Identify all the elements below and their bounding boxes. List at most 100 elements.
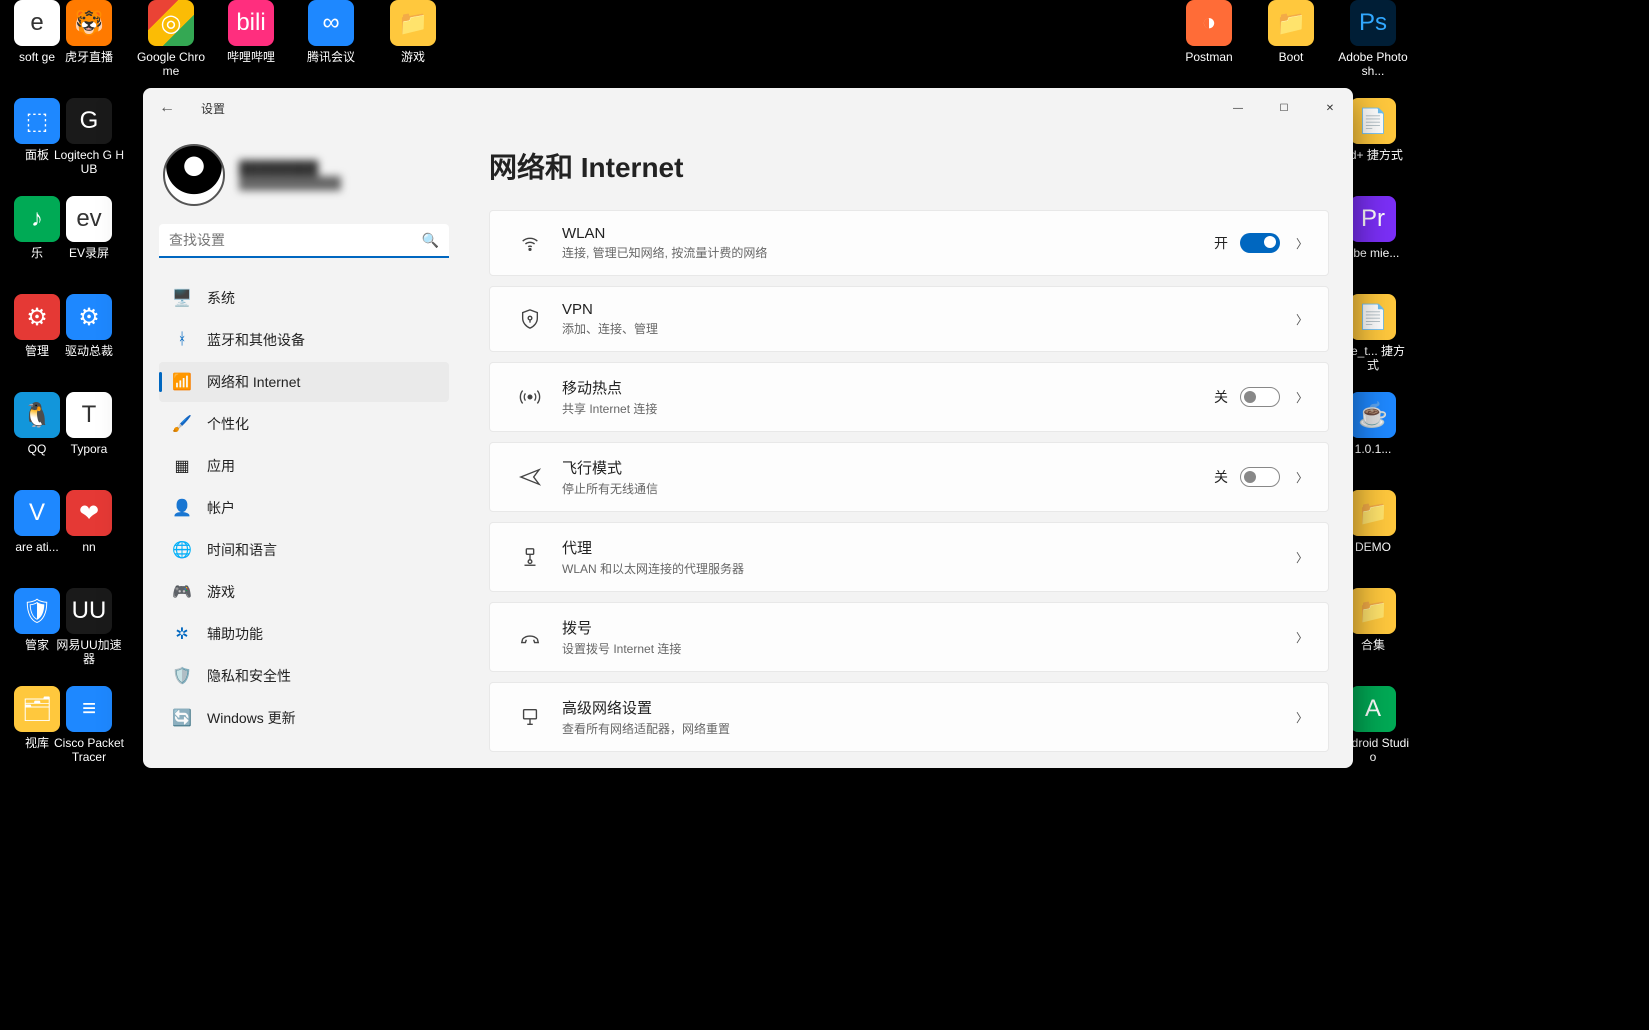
app-icon: T xyxy=(66,392,112,438)
card-title: WLAN xyxy=(562,225,1214,242)
nav-item-10[interactable]: 🔄Windows 更新 xyxy=(159,698,449,738)
dial-icon xyxy=(510,626,550,648)
icon-label: Cisco Packet Tracer xyxy=(52,736,126,765)
nav-item-3[interactable]: 🖌️个性化 xyxy=(159,404,449,444)
nav-label: 时间和语言 xyxy=(207,540,277,560)
icon-label: Adobe Photosh... xyxy=(1336,50,1410,79)
icon-label: Typora xyxy=(52,442,126,456)
user-email: ████████████ xyxy=(239,176,341,190)
toggle-switch[interactable] xyxy=(1240,387,1280,407)
app-icon: ≡ xyxy=(66,686,112,732)
icon-label: 虎牙直播 xyxy=(52,50,126,64)
desktop-icon[interactable]: T Typora xyxy=(52,392,126,456)
search-icon: 🔍 xyxy=(422,232,439,249)
card-title: 拨号 xyxy=(562,617,1296,638)
user-profile[interactable]: ████████ ████████████ xyxy=(163,144,449,206)
close-button[interactable]: ✕ xyxy=(1307,92,1353,124)
nav-item-6[interactable]: 🌐时间和语言 xyxy=(159,530,449,570)
nav-item-7[interactable]: 🎮游戏 xyxy=(159,572,449,612)
chevron-right-icon: 〉 xyxy=(1296,389,1308,406)
app-title: 设置 xyxy=(201,100,225,117)
app-icon: 📁 xyxy=(1268,0,1314,46)
nav-label: 系统 xyxy=(207,288,235,308)
desktop-icon[interactable]: ◑Postman xyxy=(1172,0,1246,64)
vpn-icon xyxy=(510,308,550,330)
nav-item-8[interactable]: ✲ 辅助功能 xyxy=(159,614,449,654)
desktop-icon[interactable]: UU网易UU加速器 xyxy=(52,588,126,667)
settings-card-vpn[interactable]: VPN 添加、连接、管理 〉 xyxy=(489,286,1329,352)
app-icon: ⚙ xyxy=(66,294,112,340)
desktop-icon[interactable]: GLogitech G HUB xyxy=(52,98,126,177)
desktop-icon[interactable]: 📁 Boot xyxy=(1254,0,1328,64)
desktop-icon[interactable]: evEV录屏 xyxy=(52,196,126,260)
card-title: 代理 xyxy=(562,537,1296,558)
card-subtitle: 共享 Internet 连接 xyxy=(562,400,1214,417)
chevron-right-icon: 〉 xyxy=(1296,709,1308,726)
chevron-right-icon: 〉 xyxy=(1296,469,1308,486)
toggle-switch[interactable] xyxy=(1240,233,1280,253)
nav-item-0[interactable]: 🖥️系统 xyxy=(159,278,449,318)
icon-label: Boot xyxy=(1254,50,1328,64)
app-icon: 🐯 xyxy=(66,0,112,46)
settings-card-proxy[interactable]: 代理 WLAN 和以太网连接的代理服务器 〉 xyxy=(489,522,1329,592)
desktop-icon[interactable]: ∞腾讯会议 xyxy=(294,0,368,64)
icon-label: 驱动总裁 xyxy=(52,344,126,358)
nav-label: 隐私和安全性 xyxy=(207,666,291,686)
window-controls: — ☐ ✕ xyxy=(1215,92,1353,124)
card-title: 高级网络设置 xyxy=(562,697,1296,718)
app-icon: ☕ xyxy=(1350,392,1396,438)
desktop-icon[interactable]: PsAdobe Photosh... xyxy=(1336,0,1410,79)
airplane-icon xyxy=(510,466,550,488)
chevron-right-icon: 〉 xyxy=(1296,311,1308,328)
settings-card-wifi[interactable]: WLAN 连接, 管理已知网络, 按流量计费的网络 开 〉 xyxy=(489,210,1329,276)
app-icon: 📄 xyxy=(1350,294,1396,340)
desktop-icon[interactable]: 🐯 虎牙直播 xyxy=(52,0,126,64)
content-area: 网络和 Internet WLAN 连接, 管理已知网络, 按流量计费的网络 开… xyxy=(465,128,1353,768)
app-icon: A xyxy=(1350,686,1396,732)
app-icon: ◑ xyxy=(1186,0,1232,46)
app-icon: 📁 xyxy=(390,0,436,46)
nav-item-5[interactable]: 👤帐户 xyxy=(159,488,449,528)
toggle-state-label: 关 xyxy=(1214,387,1228,407)
app-icon: 📄 xyxy=(1350,98,1396,144)
settings-card-advanced[interactable]: 高级网络设置 查看所有网络适配器，网络重置 〉 xyxy=(489,682,1329,752)
maximize-button[interactable]: ☐ xyxy=(1261,92,1307,124)
desktop-icon[interactable]: ≡ Cisco Packet Tracer xyxy=(52,686,126,765)
back-button[interactable]: ← xyxy=(159,99,179,117)
app-icon: ev xyxy=(66,196,112,242)
nav-item-1[interactable]: ᚼ蓝牙和其他设备 xyxy=(159,320,449,360)
settings-card-dial[interactable]: 拨号 设置拨号 Internet 连接 〉 xyxy=(489,602,1329,672)
nav-item-4[interactable]: ▦ 应用 xyxy=(159,446,449,486)
search-input[interactable] xyxy=(159,224,449,258)
app-icon: G xyxy=(66,98,112,144)
icon-label: nn xyxy=(52,540,126,554)
app-icon: 📁 xyxy=(1350,490,1396,536)
card-subtitle: WLAN 和以太网连接的代理服务器 xyxy=(562,560,1296,577)
desktop-icon[interactable]: ⚙ 驱动总裁 xyxy=(52,294,126,358)
desktop-icon[interactable]: 📁游戏 xyxy=(376,0,450,64)
desktop-icon[interactable]: ◎Google Chrome xyxy=(134,0,208,79)
nav-label: 应用 xyxy=(207,456,235,476)
nav-icon: ▦ xyxy=(173,457,191,475)
avatar xyxy=(163,144,225,206)
toggle-state-label: 开 xyxy=(1214,233,1228,253)
card-title: 移动热点 xyxy=(562,377,1214,398)
app-icon: Pr xyxy=(1350,196,1396,242)
nav-item-9[interactable]: 🛡️ 隐私和安全性 xyxy=(159,656,449,696)
desktop-icon[interactable]: bili哔哩哔哩 xyxy=(214,0,288,64)
nav-icon: ✲ xyxy=(173,625,191,643)
nav-icon: 🛡️ xyxy=(173,667,191,685)
toggle-state-label: 关 xyxy=(1214,467,1228,487)
nav-label: 个性化 xyxy=(207,414,249,434)
nav-icon: 🎮 xyxy=(173,583,191,601)
minimize-button[interactable]: — xyxy=(1215,92,1261,124)
settings-card-hotspot[interactable]: 移动热点 共享 Internet 连接 关 〉 xyxy=(489,362,1329,432)
nav-label: 辅助功能 xyxy=(207,624,263,644)
chevron-right-icon: 〉 xyxy=(1296,549,1308,566)
nav-item-2[interactable]: 📶网络和 Internet xyxy=(159,362,449,402)
settings-card-airplane[interactable]: 飞行模式 停止所有无线通信 关 〉 xyxy=(489,442,1329,512)
proxy-icon xyxy=(510,546,550,568)
desktop-icon[interactable]: ❤nn xyxy=(52,490,126,554)
hotspot-icon xyxy=(510,386,550,408)
toggle-switch[interactable] xyxy=(1240,467,1280,487)
